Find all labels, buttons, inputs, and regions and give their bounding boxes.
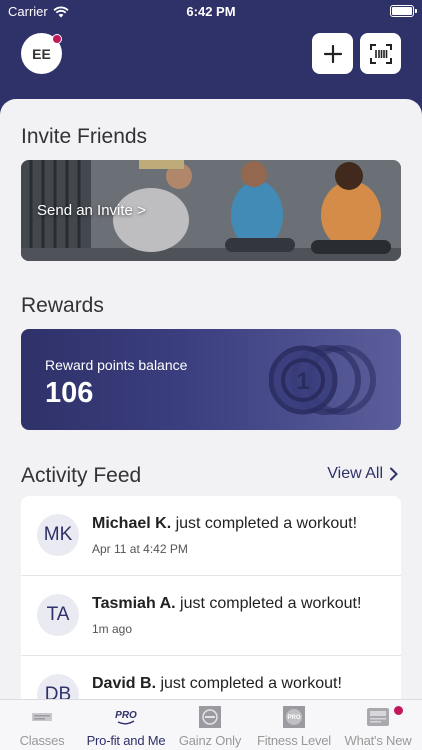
view-all-label: View All [327,465,383,482]
whats-new-icon [367,708,389,726]
feed-text: Michael K. just completed a workout! [92,515,357,533]
view-all-link[interactable]: View All [327,465,398,483]
plus-icon [323,44,342,63]
avatar-initials: EE [32,45,51,62]
status-bar: Carrier 6:42 PM [0,0,422,24]
feed-text: David B. just completed a workout! [92,675,342,693]
fitness-level-logo-icon: PRO [283,706,305,728]
tab-whats-new[interactable]: What's New [336,700,420,750]
scan-button[interactable] [360,33,401,74]
feed-text: Tasmiah A. just completed a workout! [92,595,361,613]
invite-section-title: Invite Friends [21,125,148,148]
content-sheet: Invite Friends Send an Invite > Rewards [0,99,422,750]
feed-user-name: Tasmiah A. [92,595,176,612]
tab-gainz-only[interactable]: Gainz Only [168,700,252,750]
classes-icon [32,713,52,721]
feed-user-name: Michael K. [92,515,172,532]
feed-avatar: TA [37,594,79,636]
tab-logo-text: PRO [287,715,300,721]
tab-fitness-level[interactable]: PRO Fitness Level [252,700,336,750]
feed-action: just completed a workout! [171,515,358,532]
add-button[interactable] [312,33,353,74]
barcode-scan-icon [369,43,392,64]
feed-time: 1m ago [92,622,133,636]
status-time: 6:42 PM [186,4,236,19]
feed-item[interactable]: MK Michael K. just completed a workout! … [21,496,401,576]
profile-avatar[interactable]: EE [21,33,62,74]
notification-dot [394,706,403,715]
tab-label: Classes [19,733,65,748]
reward-balance-value: 106 [45,377,94,409]
feed-time: Apr 11 at 4:42 PM [92,542,188,556]
reward-balance-card[interactable]: Reward points balance 106 1 [21,329,401,430]
tab-label: Gainz Only [178,733,242,748]
tab-label: What's New [344,733,412,748]
tab-label: Pro-fit and Me [86,733,166,748]
coins-icon: 1 [269,345,376,415]
tab-pro-fit-and-me[interactable]: PRO Pro-fit and Me [84,700,168,750]
feed-action: just completed a workout! [156,675,342,692]
gainz-logo-icon [199,706,221,728]
reward-balance-label: Reward points balance [45,357,188,373]
tab-classes[interactable]: Classes [0,700,84,750]
feed-action: just completed a workout! [175,595,362,612]
pro-fit-logo-icon: PRO [115,710,137,725]
feed-item[interactable]: TA Tasmiah A. just completed a workout! … [21,576,401,656]
tab-logo-text: PRO [115,710,137,721]
rewards-section-title: Rewards [21,294,104,317]
send-invite-link[interactable]: Send an Invite > [37,202,146,219]
feed-user-name: David B. [92,675,157,692]
invite-banner[interactable]: Send an Invite > [21,160,401,261]
notification-dot [52,34,62,44]
tab-bar: Classes PRO Pro-fit and Me Gainz Only PR… [0,699,422,750]
coin-glyph: 1 [296,368,309,395]
feed-avatar: MK [37,514,79,556]
chevron-right-icon [390,467,398,481]
activity-section-title: Activity Feed [21,464,142,487]
battery-icon [390,5,417,17]
tab-label: Fitness Level [257,733,331,748]
